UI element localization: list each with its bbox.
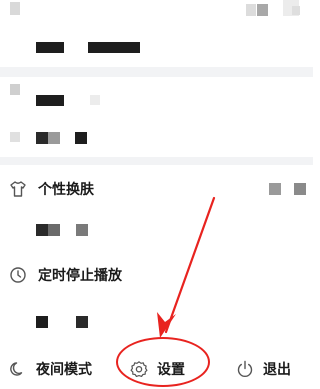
logout-button[interactable]: 退出 bbox=[236, 358, 291, 380]
masked-content bbox=[75, 132, 87, 144]
bottom-bar: 夜间模式 设置 退出 bbox=[0, 348, 313, 389]
masked-content bbox=[246, 4, 256, 16]
masked-content bbox=[76, 224, 88, 236]
gear-icon bbox=[130, 360, 148, 378]
night-mode-label: 夜间模式 bbox=[36, 362, 92, 378]
masked-content bbox=[48, 132, 60, 144]
masked-content bbox=[36, 132, 48, 144]
menu-item-skin[interactable]: 个性换肤 bbox=[0, 176, 313, 202]
night-mode-button[interactable]: 夜间模式 bbox=[9, 358, 92, 380]
masked-content bbox=[257, 4, 268, 16]
masked-content bbox=[36, 95, 64, 106]
moon-icon bbox=[9, 360, 27, 378]
section-divider bbox=[0, 157, 313, 165]
masked-content bbox=[10, 84, 20, 95]
masked-content bbox=[76, 316, 88, 328]
menu-item-sleep-timer[interactable]: 定时停止播放 bbox=[0, 262, 313, 288]
tshirt-icon bbox=[9, 180, 27, 198]
masked-content bbox=[88, 42, 140, 53]
settings-label: 设置 bbox=[157, 362, 185, 378]
power-icon bbox=[236, 360, 254, 378]
drawer-menu: 个性换肤 定时停止播放 夜间模式 设置 退出 bbox=[0, 0, 313, 389]
masked-content bbox=[269, 183, 281, 195]
masked-content bbox=[294, 183, 306, 195]
masked-content bbox=[10, 2, 20, 15]
menu-item-label: 个性换肤 bbox=[38, 182, 94, 198]
menu-item-label: 定时停止播放 bbox=[38, 268, 122, 284]
masked-content bbox=[48, 224, 60, 236]
section-divider bbox=[0, 67, 313, 77]
logout-label: 退出 bbox=[263, 362, 291, 378]
masked-content bbox=[10, 132, 20, 142]
masked-content bbox=[36, 316, 48, 328]
masked-content bbox=[36, 42, 64, 53]
masked-content bbox=[90, 95, 100, 105]
masked-content bbox=[36, 224, 48, 236]
masked-content bbox=[292, 6, 300, 15]
settings-button[interactable]: 设置 bbox=[130, 358, 185, 380]
clock-icon bbox=[9, 266, 27, 284]
